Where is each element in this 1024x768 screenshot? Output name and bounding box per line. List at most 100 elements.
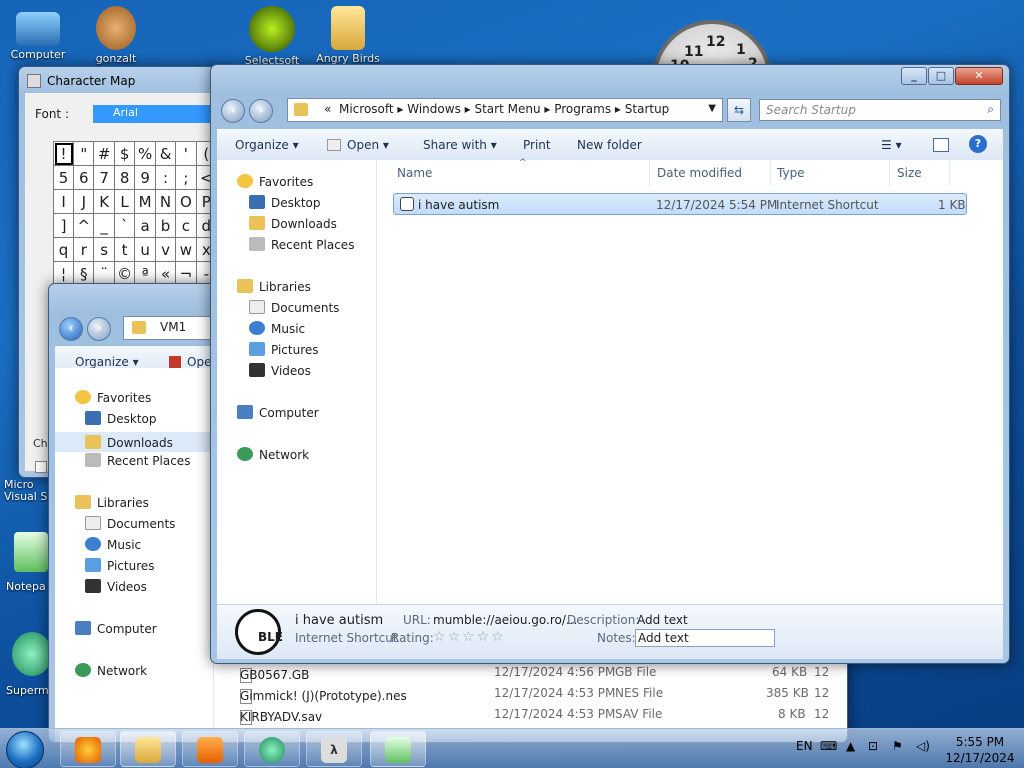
nav-downloads[interactable]: Downloads — [249, 216, 337, 231]
character-cell[interactable]: « — [154, 261, 177, 286]
desktop-icon-gonzalt[interactable]: gonzalt — [78, 6, 154, 65]
system-clock[interactable]: 5:55 PM 12/17/2024 — [944, 734, 1016, 766]
taskbar-media-player[interactable] — [182, 731, 238, 767]
character-cell[interactable]: t — [113, 237, 136, 262]
url-value[interactable]: mumble://aeiou.go.ro/... — [433, 613, 577, 627]
start-button[interactable] — [6, 731, 44, 768]
print-button[interactable]: Print — [523, 138, 551, 152]
character-cell[interactable]: 9 — [134, 165, 156, 190]
taskbar-app[interactable] — [244, 731, 300, 767]
rating-stars[interactable]: ☆☆☆☆☆ — [433, 629, 506, 645]
font-select[interactable]: Arial — [93, 105, 217, 123]
show-hidden-icons-button[interactable]: ▲ — [846, 739, 855, 753]
description-value[interactable]: Add text — [637, 613, 688, 627]
character-cell[interactable]: c — [175, 213, 197, 238]
nav-favorites[interactable]: Favorites — [75, 390, 151, 405]
character-cell[interactable]: ` — [113, 213, 136, 238]
character-cell[interactable]: M — [134, 189, 156, 214]
nav-documents[interactable]: Documents — [85, 516, 175, 531]
breadcrumb-item[interactable]: Start Menu — [474, 102, 540, 116]
desktop-icon-computer[interactable]: Computer — [0, 6, 76, 61]
new-folder-button[interactable]: New folder — [577, 138, 642, 152]
character-cell[interactable]: _ — [93, 213, 115, 238]
file-row[interactable]: Gimmick! (J)(Prototype).nes 12/17/2024 4… — [214, 683, 847, 704]
column-separator[interactable] — [949, 160, 950, 186]
character-cell[interactable]: © — [113, 261, 136, 286]
breadcrumb-item[interactable]: Microsoft — [339, 102, 394, 116]
character-cell[interactable]: ¬ — [175, 261, 197, 286]
advanced-view-checkbox[interactable] — [35, 461, 47, 473]
character-cell[interactable]: ¦ — [52, 261, 75, 286]
preview-pane-button[interactable] — [933, 138, 949, 152]
desktop-icon-angry-birds[interactable]: Angry Birds — [310, 6, 386, 65]
character-cell[interactable]: " — [73, 141, 95, 166]
character-cell[interactable]: w — [175, 237, 197, 262]
character-cell[interactable]: ¨ — [93, 261, 115, 286]
character-cell[interactable]: u — [134, 237, 156, 262]
character-cell[interactable]: : — [154, 165, 177, 190]
nav-documents[interactable]: Documents — [249, 300, 339, 315]
nav-libraries[interactable]: Libraries — [75, 495, 149, 510]
character-cell[interactable]: & — [154, 141, 177, 166]
help-icon[interactable]: ? — [969, 135, 987, 153]
character-cell[interactable]: ; — [175, 165, 197, 190]
share-with-button[interactable]: Share with ▾ — [423, 138, 497, 152]
breadcrumb-item[interactable]: Windows — [407, 102, 461, 116]
action-center-icon[interactable]: ⚑ — [892, 739, 903, 753]
nav-pictures[interactable]: Pictures — [249, 342, 319, 357]
character-cell[interactable]: K — [93, 189, 115, 214]
network-tray-icon[interactable]: ⊡ — [868, 739, 878, 753]
column-header-type[interactable]: Type — [777, 166, 805, 180]
character-cell[interactable]: O — [175, 189, 197, 214]
character-cell[interactable]: ^ — [73, 213, 95, 238]
character-cell[interactable]: 5 — [52, 165, 75, 190]
back-button[interactable]: ‹ — [59, 317, 83, 341]
nav-libraries[interactable]: Libraries — [237, 279, 311, 294]
startup-explorer-window[interactable]: _ □ ✕ ‹ › « Microsoft ▸ Windows ▸ Start … — [210, 64, 1010, 664]
nav-recent-places[interactable]: Recent Places — [249, 237, 354, 252]
character-cell[interactable]: 7 — [93, 165, 115, 190]
breadcrumb-overflow[interactable]: « — [324, 102, 331, 116]
nav-favorites[interactable]: Favorites — [237, 174, 313, 189]
close-button[interactable]: ✕ — [955, 67, 1003, 85]
character-cell[interactable]: b — [154, 213, 177, 238]
character-cell[interactable]: # — [93, 141, 115, 166]
nav-computer[interactable]: Computer — [75, 621, 157, 636]
view-options-button[interactable]: ☰ ▾ — [881, 138, 902, 152]
chevron-down-icon[interactable]: ▼ — [708, 103, 716, 114]
taskbar-notepad[interactable] — [370, 731, 426, 767]
taskbar-lambda-app[interactable]: λ — [306, 731, 362, 767]
character-cell[interactable]: q — [52, 237, 75, 262]
file-row-selected[interactable]: i have autism 12/17/2024 5:54 PM Interne… — [393, 193, 967, 215]
nav-desktop[interactable]: Desktop — [249, 195, 321, 210]
address-bar[interactable]: « Microsoft ▸ Windows ▸ Start Menu ▸ Pro… — [287, 98, 723, 122]
forward-button[interactable]: › — [87, 317, 111, 341]
character-cell[interactable]: § — [73, 261, 95, 286]
character-cell[interactable]: L — [113, 189, 136, 214]
nav-videos[interactable]: Videos — [249, 363, 311, 378]
back-button[interactable]: ‹ — [221, 99, 245, 123]
open-button[interactable]: Open ▾ — [327, 138, 389, 152]
volume-icon[interactable]: ◁) — [916, 739, 930, 753]
character-cell[interactable]: ª — [134, 261, 156, 286]
character-cell[interactable]: ' — [175, 141, 197, 166]
character-cell[interactable]: N — [154, 189, 177, 214]
nav-desktop[interactable]: Desktop — [85, 411, 157, 426]
character-cell[interactable]: s — [93, 237, 115, 262]
keyboard-icon[interactable]: ⌨ — [820, 739, 837, 753]
nav-music[interactable]: Music — [249, 321, 305, 336]
character-cell[interactable]: % — [134, 141, 156, 166]
desktop-icon-selectsoft[interactable]: Selectsoft — [234, 6, 310, 67]
superm-icon[interactable] — [12, 632, 52, 676]
organize-button[interactable]: Organize ▾ — [75, 355, 139, 369]
nav-network[interactable]: Network — [75, 663, 147, 678]
column-header-date[interactable]: Date modified — [657, 166, 742, 180]
character-cell[interactable]: 6 — [73, 165, 95, 190]
notepad-icon[interactable] — [14, 532, 48, 572]
minimize-button[interactable]: _ — [901, 67, 927, 85]
column-header-name[interactable]: Name — [397, 166, 432, 180]
nav-downloads[interactable]: Downloads — [55, 432, 213, 452]
nav-computer[interactable]: Computer — [237, 405, 319, 420]
character-cell[interactable]: $ — [113, 141, 136, 166]
column-separator[interactable] — [889, 160, 890, 186]
